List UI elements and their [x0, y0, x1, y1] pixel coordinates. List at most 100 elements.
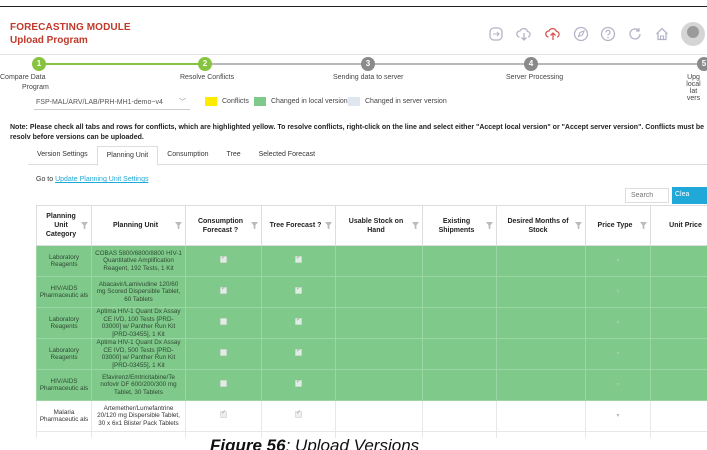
- chevron-down-icon[interactable]: ▾: [616, 413, 619, 419]
- cell-unit-price[interactable]: [650, 245, 707, 277]
- checkbox[interactable]: [220, 255, 227, 264]
- cell-planning-unit[interactable]: Artemether/Lumefantrine 20/120 mg Disper…: [91, 400, 186, 432]
- cell-desired-months[interactable]: [496, 338, 586, 370]
- cell-unit-price[interactable]: [650, 400, 707, 432]
- cell-existing-shipments[interactable]: [422, 400, 497, 432]
- col-header-consumption-forecast[interactable]: Consumption Forecast ?: [185, 205, 262, 246]
- program-select[interactable]: FSP-MAL/ARV/LAB/PRH-MH1-demo~v4 ﹀: [34, 96, 190, 110]
- cell-category[interactable]: HIV/AIDS Pharmaceutic als: [36, 276, 92, 308]
- table-row[interactable]: Malaria Pharmaceutic als Artemether/Lumef…: [36, 400, 707, 432]
- checkbox[interactable]: [295, 317, 302, 326]
- cell-existing-shipments[interactable]: [422, 431, 497, 438]
- cell-price-type[interactable]: ▾: [585, 400, 651, 432]
- cell-tree-forecast[interactable]: [261, 245, 336, 277]
- cell-planning-unit[interactable]: Abacavir/Lamivudine 120/60 mg Scored Dis…: [91, 276, 186, 308]
- checkbox[interactable]: [295, 379, 302, 388]
- col-header-category[interactable]: Planning Unit Category: [36, 205, 92, 246]
- cell-category[interactable]: [36, 431, 92, 438]
- cell-planning-unit[interactable]: Aptima HIV-1 Quant Dx Assay CE IVD, 500 …: [91, 338, 186, 370]
- cell-consumption-forecast[interactable]: [185, 369, 262, 401]
- tab-consumption[interactable]: Consumption: [158, 146, 217, 165]
- cell-category[interactable]: Laboratory Reagents: [36, 338, 92, 370]
- cell-price-type[interactable]: ▾: [585, 276, 651, 308]
- cell-planning-unit[interactable]: Efavirenz/Emtricitabine/Te nofovir DF 60…: [91, 369, 186, 401]
- checkbox[interactable]: [220, 349, 227, 357]
- chevron-down-icon[interactable]: ▾: [616, 289, 619, 295]
- filter-icon[interactable]: [486, 221, 493, 233]
- cell-planning-unit[interactable]: COBAS 5800/6800/8800 HIV-1 Quantitative …: [91, 245, 186, 277]
- cell-consumption-forecast[interactable]: [185, 400, 262, 432]
- filter-icon[interactable]: [325, 221, 332, 233]
- table-row[interactable]: Laboratory Reagents Aptima HIV-1 Quant Dx…: [36, 338, 707, 370]
- cell-unit-price[interactable]: [650, 338, 707, 370]
- cell-category[interactable]: Laboratory Reagents: [36, 307, 92, 339]
- avatar-icon[interactable]: [681, 22, 705, 46]
- checkbox[interactable]: [220, 380, 227, 388]
- cell-consumption-forecast[interactable]: [185, 307, 262, 339]
- cell-price-type[interactable]: ▾: [585, 307, 651, 339]
- cell-unit-price[interactable]: [650, 431, 707, 438]
- cell-desired-months[interactable]: [496, 276, 586, 308]
- cloud-upload-icon[interactable]: [544, 26, 562, 42]
- cell-consumption-forecast[interactable]: [185, 276, 262, 308]
- cell-consumption-forecast[interactable]: [185, 245, 262, 277]
- cell-category[interactable]: Laboratory Reagents: [36, 245, 92, 277]
- filter-icon[interactable]: [81, 221, 88, 233]
- compass-icon[interactable]: [573, 26, 589, 42]
- cell-existing-shipments[interactable]: [422, 307, 497, 339]
- cell-tree-forecast[interactable]: [261, 338, 336, 370]
- filter-icon[interactable]: [640, 221, 647, 233]
- table-row[interactable]: Laboratory Reagents Aptima HIV-1 Quant Dx…: [36, 307, 707, 339]
- checkbox[interactable]: [295, 410, 302, 419]
- sync-icon[interactable]: [488, 26, 504, 42]
- cell-price-type[interactable]: ▾: [585, 431, 651, 438]
- cell-unit-price[interactable]: [650, 307, 707, 339]
- table-row[interactable]: Laboratory Reagents COBAS 5800/6800/8800 …: [36, 245, 707, 277]
- cell-planning-unit[interactable]: Artemether/Lumefantrine: [91, 431, 186, 438]
- col-header-tree-forecast[interactable]: Tree Forecast ?: [261, 205, 336, 246]
- cell-usable-stock[interactable]: [335, 400, 423, 432]
- col-header-price-type[interactable]: Price Type: [585, 205, 651, 246]
- cell-desired-months[interactable]: [496, 431, 586, 438]
- cell-existing-shipments[interactable]: [422, 245, 497, 277]
- cell-price-type[interactable]: ▾: [585, 338, 651, 370]
- checkbox[interactable]: [220, 410, 227, 419]
- filter-icon[interactable]: [575, 221, 582, 233]
- tab-tree[interactable]: Tree: [217, 146, 249, 165]
- cell-desired-months[interactable]: [496, 369, 586, 401]
- checkbox[interactable]: [220, 318, 227, 326]
- cell-desired-months[interactable]: [496, 245, 586, 277]
- cell-category[interactable]: Malaria Pharmaceutic als: [36, 400, 92, 432]
- chevron-down-icon[interactable]: ▾: [616, 382, 619, 388]
- cell-usable-stock[interactable]: [335, 245, 423, 277]
- search-input[interactable]: [625, 188, 669, 203]
- filter-icon[interactable]: [251, 221, 258, 233]
- tab-selected-forecast[interactable]: Selected Forecast: [250, 146, 324, 165]
- update-planning-unit-settings-link[interactable]: Update Planning Unit Settings: [55, 176, 148, 183]
- cell-existing-shipments[interactable]: [422, 338, 497, 370]
- tab-version-settings[interactable]: Version Settings: [28, 146, 97, 165]
- cell-unit-price[interactable]: [650, 276, 707, 308]
- cell-tree-forecast[interactable]: [261, 369, 336, 401]
- chevron-down-icon[interactable]: ▾: [616, 258, 619, 264]
- cell-usable-stock[interactable]: [335, 338, 423, 370]
- checkbox[interactable]: [220, 286, 227, 295]
- filter-icon[interactable]: [175, 221, 182, 233]
- cell-existing-shipments[interactable]: [422, 369, 497, 401]
- col-header-desired-months[interactable]: Desired Months of Stock: [496, 205, 586, 246]
- cell-price-type[interactable]: ▾: [585, 369, 651, 401]
- cell-price-type[interactable]: ▾: [585, 245, 651, 277]
- cell-usable-stock[interactable]: [335, 307, 423, 339]
- col-header-usable-stock[interactable]: Usable Stock on Hand: [335, 205, 423, 246]
- refresh-icon[interactable]: [627, 26, 643, 42]
- col-header-unit-price[interactable]: Unit Price: [650, 205, 707, 246]
- cell-usable-stock[interactable]: [335, 369, 423, 401]
- cell-desired-months[interactable]: [496, 400, 586, 432]
- col-header-planning-unit[interactable]: Planning Unit: [91, 205, 186, 246]
- cell-tree-forecast[interactable]: [261, 400, 336, 432]
- cell-tree-forecast[interactable]: [261, 276, 336, 308]
- cell-tree-forecast[interactable]: [261, 307, 336, 339]
- chevron-down-icon[interactable]: ▾: [616, 320, 619, 326]
- cell-desired-months[interactable]: [496, 307, 586, 339]
- table-row[interactable]: HIV/AIDS Pharmaceutic als Efavirenz/Emtri…: [36, 369, 707, 401]
